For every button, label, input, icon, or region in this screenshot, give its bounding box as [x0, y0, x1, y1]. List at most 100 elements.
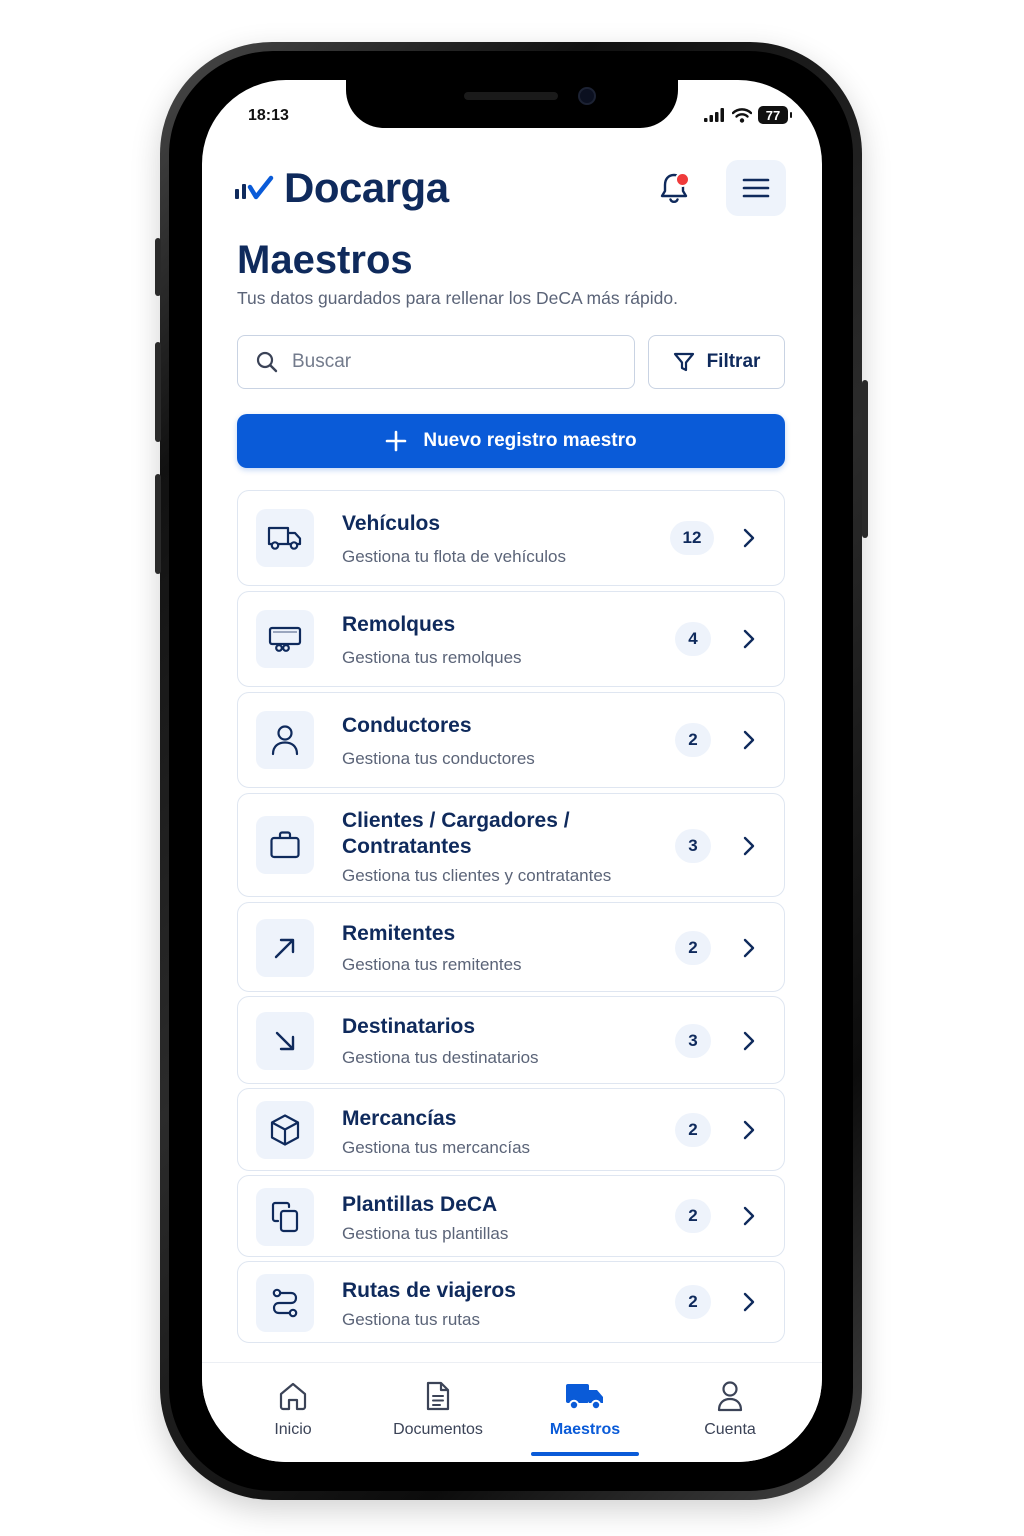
- bar-check-logo-icon: [235, 175, 274, 200]
- chevron-right-icon: [738, 835, 760, 857]
- document-icon: [363, 1377, 513, 1415]
- master-item-remitentes[interactable]: Remitentes Gestiona tus remitentes 2: [237, 902, 785, 992]
- nav-item-documentos[interactable]: Documentos: [363, 1377, 513, 1439]
- card-icon-box: [256, 610, 314, 668]
- card-title: Conductores: [342, 714, 472, 737]
- master-item-mercancias[interactable]: Mercancías Gestiona tus mercancías 2: [237, 1088, 785, 1171]
- card-icon-box: [256, 1101, 314, 1159]
- app-screen: 18:13 77 Docarga Maestros Tus datos guar…: [202, 80, 822, 1462]
- truck-icon: [510, 1377, 660, 1415]
- menu-button[interactable]: [726, 160, 786, 216]
- count-badge: 3: [675, 1024, 711, 1058]
- card-subtitle: Gestiona tus plantillas: [342, 1224, 509, 1243]
- count-badge: 2: [675, 1199, 711, 1233]
- card-icon-box: [256, 711, 314, 769]
- master-item-rutas[interactable]: Rutas de viajeros Gestiona tus rutas 2: [237, 1261, 785, 1343]
- card-icon-box: [256, 816, 314, 874]
- app-header: Docarga: [234, 160, 790, 220]
- card-subtitle: Gestiona tu flota de vehículos: [342, 547, 566, 566]
- count-badge: 3: [675, 829, 711, 863]
- volume-down-button: [155, 474, 161, 574]
- nav-item-maestros[interactable]: Maestros: [510, 1377, 660, 1439]
- card-icon-box: [256, 919, 314, 977]
- power-button: [862, 380, 868, 538]
- app-logo[interactable]: Docarga: [234, 164, 449, 212]
- trailer-icon: [268, 626, 302, 652]
- card-subtitle: Gestiona tus remitentes: [342, 955, 522, 974]
- page-subtitle: Tus datos guardados para rellenar los De…: [237, 288, 678, 308]
- master-item-plantillas[interactable]: Plantillas DeCA Gestiona tus plantillas …: [237, 1175, 785, 1257]
- chevron-right-icon: [738, 1119, 760, 1141]
- user-icon: [655, 1377, 805, 1415]
- master-item-vehiculos[interactable]: Vehículos Gestiona tu flota de vehículos…: [237, 490, 785, 586]
- nav-label: Documentos: [393, 1421, 483, 1438]
- plus-icon: [386, 430, 407, 452]
- card-subtitle: Gestiona tus mercancías: [342, 1138, 531, 1157]
- card-subtitle: Gestiona tus destinatarios: [342, 1048, 539, 1067]
- nav-label: Maestros: [549, 1421, 621, 1438]
- card-subtitle: Gestiona tus conductores: [342, 749, 535, 768]
- volume-up-button: [155, 342, 161, 442]
- count-badge: 12: [670, 521, 714, 555]
- status-time: 18:13: [248, 107, 289, 124]
- filter-icon: [673, 352, 694, 372]
- card-icon-box: [256, 1012, 314, 1070]
- count-badge: 2: [675, 1113, 711, 1147]
- home-icon: [218, 1377, 368, 1415]
- count-badge: 2: [675, 723, 711, 757]
- search-input[interactable]: [290, 350, 594, 374]
- active-tab-indicator: [531, 1452, 639, 1456]
- count-badge: 4: [675, 622, 711, 656]
- speaker: [464, 92, 558, 100]
- chevron-right-icon: [738, 1205, 760, 1227]
- search-icon: [256, 351, 278, 373]
- hamburger-icon: [742, 178, 770, 198]
- master-item-remolques[interactable]: Remolques Gestiona tus remolques 4: [237, 591, 785, 687]
- card-title: Destinatarios: [342, 1015, 476, 1038]
- copy-icon: [271, 1201, 299, 1233]
- card-icon-box: [256, 1274, 314, 1332]
- card-title: Clientes / Cargadores / Contratantes: [342, 809, 570, 858]
- notch: [346, 80, 678, 128]
- nav-item-cuenta[interactable]: Cuenta: [655, 1377, 805, 1439]
- search-box[interactable]: [237, 335, 635, 389]
- card-subtitle: Gestiona tus clientes y contratantes: [342, 866, 612, 885]
- briefcase-icon: [270, 831, 300, 859]
- arrow-down-right-icon: [275, 1031, 295, 1051]
- card-title: Remolques: [342, 613, 456, 636]
- nav-item-inicio[interactable]: Inicio: [218, 1377, 368, 1439]
- count-badge: 2: [675, 1285, 711, 1319]
- front-camera: [578, 87, 596, 105]
- filter-button[interactable]: Filtrar: [648, 335, 785, 389]
- count-badge: 2: [675, 931, 711, 965]
- notifications-button[interactable]: [652, 166, 696, 210]
- box-icon: [270, 1114, 300, 1146]
- new-master-record-button[interactable]: Nuevo registro maestro: [237, 414, 785, 468]
- master-item-clientes[interactable]: Clientes / Cargadores / Contratantes Ges…: [237, 793, 785, 897]
- card-subtitle: Gestiona tus rutas: [342, 1310, 480, 1329]
- chevron-right-icon: [738, 729, 760, 751]
- status-icons: 77: [704, 106, 792, 124]
- nav-label: Inicio: [274, 1421, 312, 1438]
- card-subtitle: Gestiona tus remolques: [342, 648, 522, 667]
- new-master-record-label: Nuevo registro maestro: [423, 430, 637, 451]
- battery-indicator: 77: [758, 106, 792, 124]
- signal-icon: [704, 108, 724, 122]
- chevron-right-icon: [738, 628, 760, 650]
- master-item-destinatarios[interactable]: Destinatarios Gestiona tus destinatarios…: [237, 996, 785, 1084]
- card-title: Mercancías: [342, 1107, 457, 1130]
- card-title: Remitentes: [342, 922, 456, 945]
- arrow-up-right-icon: [274, 938, 295, 959]
- filter-label: Filtrar: [706, 351, 761, 372]
- truck-icon: [267, 526, 302, 550]
- mute-switch: [155, 238, 161, 296]
- master-item-conductores[interactable]: Conductores Gestiona tus conductores 2: [237, 692, 785, 788]
- chevron-right-icon: [738, 937, 760, 959]
- chevron-right-icon: [738, 1291, 760, 1313]
- bottom-navigation: Inicio Documentos Maestros Cuenta: [202, 1362, 822, 1462]
- card-title: Vehículos: [342, 512, 441, 535]
- wifi-icon: [732, 107, 752, 123]
- chevron-right-icon: [738, 1030, 760, 1052]
- card-title: Rutas de viajeros: [342, 1279, 516, 1302]
- app-name: Docarga: [284, 164, 449, 211]
